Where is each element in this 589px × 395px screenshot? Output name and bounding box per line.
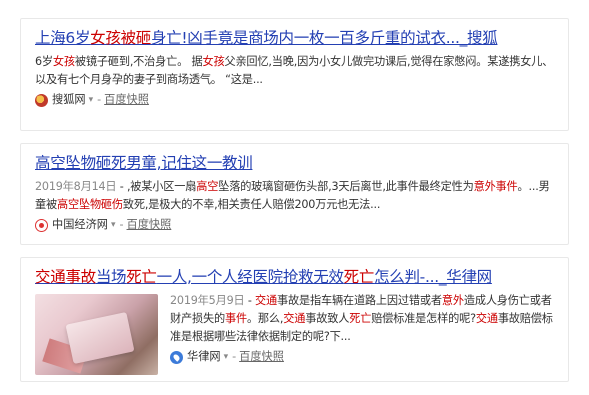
abstract-highlight: 死亡: [349, 312, 372, 325]
title-highlight: 死亡: [126, 268, 157, 286]
result-source-line: 华律网 ▾ - 百度快照: [170, 348, 554, 366]
abstract-text: - ,被某小区一扇: [116, 180, 197, 193]
source-site[interactable]: 华律网: [187, 348, 221, 366]
separator: -: [119, 218, 124, 231]
abstract-highlight: 交通: [255, 294, 278, 307]
abstract-highlight: 意外: [441, 294, 464, 307]
title-text: 上海6岁: [35, 29, 91, 47]
snapshot-link[interactable]: 百度快照: [127, 216, 172, 234]
result-body: 2019年5月9日 - 交通事故是指车辆在道路上因过错或者意外造成人身伤亡或者财…: [35, 294, 554, 375]
source-site[interactable]: 中国经济网: [52, 216, 108, 234]
abstract-highlight: 意外事件: [473, 180, 518, 193]
result-title-link[interactable]: 上海6岁女孩被砸身亡!凶手竟是商场内一枚一百多斤重的试衣..._搜狐: [35, 27, 554, 49]
result-date: 2019年5月9日: [170, 294, 245, 307]
abstract-text: 事故致人: [305, 312, 350, 325]
hualv-logo-icon: [170, 350, 183, 364]
abstract-text: 赔偿标准是怎样的呢?: [371, 312, 476, 325]
abstract-text: 事故是指车辆在道路上因过错或者: [277, 294, 442, 307]
abstract-text: 致死,是极大的不幸,相关责任人赔偿200万元也无法...: [122, 198, 381, 211]
result-abstract: 6岁女孩被镜子砸到,不治身亡。 据女孩父亲回忆,当晚,因为小女儿做完功课后,觉得…: [35, 53, 554, 89]
abstract-text: 被镜子砸到,不治身亡。 据: [74, 55, 203, 68]
title-text: 身亡!凶手竟是商场内一枚一百多斤重的试衣..._搜狐: [150, 29, 498, 47]
result-date: 2019年8月14日: [35, 180, 117, 193]
chevron-down-icon[interactable]: ▾: [224, 348, 229, 366]
separator: -: [232, 350, 237, 363]
result-title-link[interactable]: 高空坠物砸死男童,记住这一教训: [35, 152, 554, 174]
title-text: 当场: [95, 268, 127, 286]
search-result-1: 上海6岁女孩被砸身亡!凶手竟是商场内一枚一百多斤重的试衣..._搜狐 6岁女孩被…: [20, 18, 569, 131]
result-source-line: 中国经济网 ▾ - 百度快照: [35, 216, 554, 234]
search-result-3: 交通事故当场死亡一人,一个人经医院抢救无效死亡怎么判-..._华律网 2019年…: [20, 257, 569, 382]
paper-shape: [65, 311, 135, 365]
search-result-2: 高空坠物砸死男童,记住这一教训 2019年8月14日 - ,被某小区一扇高空坠落…: [20, 143, 569, 245]
ce-logo-icon: [35, 218, 48, 232]
result-source-line: 搜狐网 ▾ - 百度快照: [35, 91, 554, 109]
snapshot-link[interactable]: 百度快照: [239, 348, 284, 366]
abstract-highlight: 交通: [475, 312, 498, 325]
result-abstract: 2019年8月14日 - ,被某小区一扇高空坠落的玻璃窗砸伤头部,3天后离世,此…: [35, 178, 554, 214]
chevron-down-icon[interactable]: ▾: [111, 216, 116, 234]
abstract-text: 6岁: [35, 55, 53, 68]
abstract-highlight: 交通: [283, 312, 306, 325]
abstract-text: 坠落的玻璃窗砸伤头部,3天后离世,此事件最终定性为: [218, 180, 474, 193]
title-highlight: 死亡: [343, 268, 375, 286]
sohu-logo-icon: [35, 93, 48, 107]
result-content: 2019年5月9日 - 交通事故是指车辆在道路上因过错或者意外造成人身伤亡或者财…: [170, 294, 554, 375]
snapshot-link[interactable]: 百度快照: [104, 91, 149, 109]
separator: -: [97, 93, 102, 106]
abstract-text: -: [244, 294, 256, 307]
title-text: 怎么判-..._华律网: [374, 268, 492, 286]
money-photo-thumbnail[interactable]: [35, 294, 158, 375]
abstract-text: 。那么,: [246, 312, 284, 325]
result-abstract: 2019年5月9日 - 交通事故是指车辆在道路上因过错或者意外造成人身伤亡或者财…: [170, 292, 554, 346]
title-highlight: 交通事故: [35, 268, 96, 286]
abstract-highlight: 女孩: [52, 55, 75, 68]
result-title-link[interactable]: 交通事故当场死亡一人,一个人经医院抢救无效死亡怎么判-..._华律网: [35, 266, 554, 288]
chevron-down-icon[interactable]: ▾: [89, 91, 94, 109]
title-text: 一人,一个人经医院抢救无效: [156, 268, 344, 286]
title-highlight: 女孩被砸: [90, 29, 151, 47]
source-site[interactable]: 搜狐网: [52, 91, 86, 109]
abstract-highlight: 高空: [196, 180, 219, 193]
abstract-highlight: 高空坠物砸伤: [56, 198, 123, 211]
abstract-highlight: 事件: [224, 312, 247, 325]
abstract-highlight: 女孩: [202, 55, 225, 68]
